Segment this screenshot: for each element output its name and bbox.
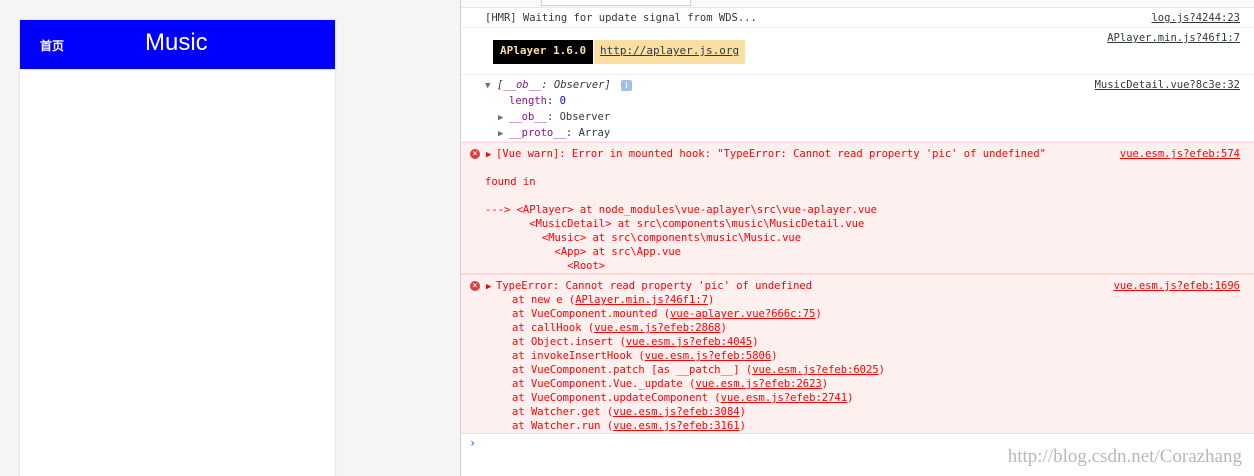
stack-frame: at Watcher.run (vue.esm.js?efeb:3161)	[512, 420, 746, 432]
stack-frame-text: at Object.insert (	[512, 336, 626, 348]
stack-frame-text: at Watcher.get (	[512, 406, 614, 418]
stack-frame-text: at VueComponent.patch [as __patch__] (	[512, 364, 753, 376]
stack-frame: at callHook (vue.esm.js?efeb:2868)	[512, 322, 727, 334]
stack-frame: at Watcher.get (vue.esm.js?efeb:3084)	[512, 406, 746, 418]
source-link[interactable]: log.js?4244:23	[1151, 12, 1240, 24]
watermark: http://blog.csdn.net/Corazhang	[1007, 446, 1242, 467]
property-value: Array	[578, 127, 611, 139]
stack-frame: at Object.insert (vue.esm.js?efeb:4045)	[512, 336, 759, 348]
console-filter-input[interactable]	[541, 0, 691, 6]
stack-frame-link[interactable]: vue.esm.js?efeb:3084	[613, 406, 739, 418]
error-icon: ×	[470, 149, 480, 159]
stack-frame-close: )	[878, 364, 885, 376]
component-trace-line: <App> at src\App.vue	[485, 246, 681, 258]
console-message-aplayer: APlayer.min.js?46f1:7 APlayer 1.6.0 http…	[461, 28, 1254, 75]
summary-key: __ob__	[503, 79, 542, 91]
component-trace-line: <Root>	[485, 260, 606, 272]
device-preview-area: 首页 Music	[0, 0, 460, 476]
header-divider	[20, 69, 335, 70]
console-error-typeerror: × ▶ TypeError: Cannot read property 'pic…	[461, 274, 1254, 434]
stack-frame-close: )	[752, 336, 759, 348]
stack-frame-link[interactable]: vue.esm.js?efeb:2623	[695, 378, 821, 390]
property-proto[interactable]: __proto__: Array	[509, 127, 610, 139]
stack-frame-link[interactable]: vue.esm.js?efeb:6025	[752, 364, 878, 376]
error-message[interactable]: [Vue warn]: Error in mounted hook: "Type…	[496, 148, 1046, 160]
stack-frame: at VueComponent.Vue._update (vue.esm.js?…	[512, 378, 828, 390]
stack-frame-close: )	[821, 378, 829, 390]
stack-frame-text: at VueComponent.mounted (	[512, 308, 671, 320]
stack-frame-close: )	[771, 350, 778, 362]
stack-frame-text: at VueComponent.Vue._update (	[512, 378, 696, 390]
stack-frame-text: at callHook (	[512, 322, 595, 334]
stack-frame-text: at new e (	[512, 294, 576, 306]
collapse-triangle-icon[interactable]: ▼	[485, 81, 490, 91]
source-link[interactable]: MusicDetail.vue?8c3e:32	[1095, 79, 1240, 91]
console-message-hmr: [HMR] Waiting for update signal from WDS…	[461, 8, 1254, 28]
stack-frame-link[interactable]: vue.esm.js?efeb:4045	[626, 336, 752, 348]
stack-frame-close: )	[707, 294, 715, 306]
expand-triangle-icon[interactable]: ▶	[486, 150, 491, 160]
error-message[interactable]: TypeError: Cannot read property 'pic' of…	[496, 280, 812, 292]
stack-frame: at invokeInsertHook (vue.esm.js?efeb:580…	[512, 350, 778, 362]
stack-frame-close: )	[815, 308, 822, 320]
component-trace-line: <Music> at src\components\music\Music.vu…	[485, 232, 802, 244]
console-toolbar	[461, 0, 1254, 8]
property-length: length: 0	[509, 95, 566, 107]
stack-frame: at VueComponent.patch [as __patch__] (vu…	[512, 364, 885, 376]
property-key: __proto__	[509, 127, 566, 139]
aplayer-site-link[interactable]: http://aplayer.js.org	[594, 40, 746, 64]
source-link[interactable]: APlayer.min.js?46f1:7	[1107, 32, 1240, 44]
stack-frame-text: at VueComponent.updateComponent (	[512, 392, 721, 404]
property-ob[interactable]: __ob__: Observer	[509, 111, 610, 123]
property-key: __ob__	[509, 111, 547, 123]
stack-frame: at VueComponent.updateComponent (vue.esm…	[512, 392, 853, 404]
stack-frame-link[interactable]: vue.esm.js?efeb:2741	[721, 392, 847, 404]
console-message-observer: ▼ [__ob__: Observer] i MusicDetail.vue?8…	[461, 75, 1254, 142]
console-error-vue-warn: × ▶ [Vue warn]: Error in mounted hook: "…	[461, 142, 1254, 274]
stack-frame-link[interactable]: APlayer.min.js?46f1:7	[575, 294, 708, 306]
stack-frame-link[interactable]: vue.esm.js?efeb:3161	[613, 420, 739, 432]
devtools-console: [HMR] Waiting for update signal from WDS…	[460, 0, 1254, 476]
stack-frame-text: at Watcher.run (	[512, 420, 614, 432]
stack-frame: at VueComponent.mounted (vue-aplayer.vue…	[512, 308, 822, 320]
expand-triangle-icon[interactable]: ▶	[498, 113, 503, 123]
expand-triangle-icon[interactable]: ▶	[498, 129, 503, 139]
stack-frame-close: )	[739, 420, 746, 432]
stack-frame-close: )	[739, 406, 746, 418]
stack-frame-close: )	[847, 392, 854, 404]
page-title: Music	[145, 29, 208, 56]
property-value: Observer	[559, 111, 611, 123]
stack-frame-link[interactable]: vue.esm.js?efeb:5806	[645, 350, 771, 362]
error-icon: ×	[470, 281, 480, 291]
stack-frame-link[interactable]: vue-aplayer.vue?666c:75	[670, 308, 815, 320]
object-summary[interactable]: [__ob__: Observer]	[497, 79, 611, 91]
stack-frame-link[interactable]: vue.esm.js?efeb:2868	[594, 322, 720, 334]
property-key: length	[509, 95, 547, 107]
component-trace-line: <MusicDetail> at src\components\music\Mu…	[485, 218, 865, 230]
component-trace-line: ---> <APlayer> at node_modules\vue-aplay…	[485, 204, 877, 216]
stack-frame-text: at invokeInsertHook (	[512, 350, 645, 362]
stack-frame: at new e (APlayer.min.js?46f1:7)	[512, 294, 714, 306]
aplayer-version-badge: APlayer 1.6.0	[493, 40, 594, 64]
info-icon[interactable]: i	[621, 80, 632, 91]
app-viewport: 首页 Music	[20, 20, 335, 476]
found-in-label: found in	[485, 176, 536, 188]
expand-triangle-icon[interactable]: ▶	[486, 282, 491, 292]
source-link[interactable]: vue.esm.js?efeb:1696	[1114, 280, 1240, 292]
property-value: 0	[559, 95, 566, 107]
summary-value: Observer]	[553, 79, 611, 91]
log-text: [HMR] Waiting for update signal from WDS…	[485, 12, 757, 24]
stack-frame-close: )	[720, 322, 727, 334]
source-link[interactable]: vue.esm.js?efeb:574	[1120, 148, 1240, 160]
console-prompt-icon[interactable]: ›	[469, 436, 476, 450]
app-header: 首页 Music	[20, 20, 335, 69]
home-link[interactable]: 首页	[40, 37, 64, 54]
